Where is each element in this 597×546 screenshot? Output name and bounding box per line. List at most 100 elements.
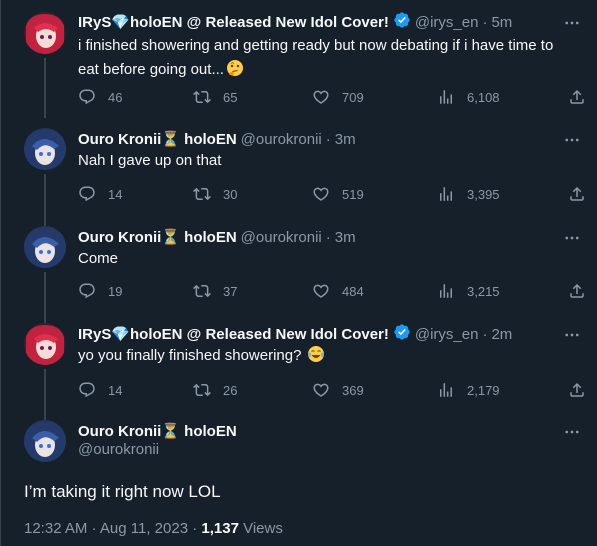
heart-icon [313,383,329,397]
tweet-header: Ouro Kronii⏳ holoEN @ourokronii · 3m [78,227,356,247]
reply-button[interactable]: 46 [78,88,122,106]
retweet-button[interactable]: 26 [193,381,237,399]
focused-tweet-text: I’m taking it right now LOL [24,482,221,501]
reply-count: 14 [108,382,123,398]
timestamp[interactable]: 3m [335,229,356,246]
analytics-icon [440,284,452,298]
tweet-text: yo you finally finished showering? [78,344,578,371]
action-bar: 19 37 484 3,215 [78,281,588,301]
verified-badge-icon [393,323,411,345]
handle[interactable]: @irys_en [415,14,479,31]
handle[interactable]: @ourokronii [78,441,159,458]
views-button[interactable]: 3,215 [437,282,500,300]
reply-count: 46 [108,89,123,105]
tweet-text: Nah I gave up on that [78,152,222,169]
action-bar: 46 65 709 6,108 [78,87,588,107]
display-name[interactable]: IRyS💎holoEN @ Released New Idol Cover! [78,325,389,343]
tweet-date[interactable]: Aug 11, 2023 [100,520,188,537]
share-button[interactable] [568,185,586,203]
like-button[interactable]: 369 [312,381,364,399]
views-button[interactable]: 3,395 [437,185,500,203]
reply-icon [79,382,95,398]
more-options-icon[interactable] [563,229,581,247]
tweet-header: Ouro Kronii⏳ holoEN @ourokronii · 3m [78,129,356,149]
more-options-icon[interactable] [563,423,581,441]
like-count: 369 [342,382,364,398]
separator-dot: · [91,520,97,537]
views-count: 3,215 [467,283,500,299]
display-name[interactable]: Ouro Kronii⏳ holoEN [78,228,237,246]
like-button[interactable]: 709 [312,88,364,106]
reply-count: 14 [108,186,123,202]
share-icon [570,89,584,104]
retweet-count: 65 [223,89,238,105]
retweet-icon [193,284,211,298]
retweet-button[interactable]: 37 [193,282,237,300]
avatar-kronii[interactable] [24,226,66,268]
tweet-header: Ouro Kronii⏳ holoEN [78,421,237,441]
reply-button[interactable]: 19 [78,282,122,300]
like-button[interactable]: 484 [312,282,364,300]
reply-button[interactable]: 14 [78,185,122,203]
retweet-count: 30 [223,186,238,202]
analytics-icon [440,383,452,397]
handle[interactable]: @irys_en [415,326,479,343]
separator-dot: · [482,13,488,31]
tweet-text: Come [78,250,119,267]
views-label: Views [243,520,283,537]
separator-dot: · [192,520,198,537]
views-button[interactable]: 6,108 [437,88,500,106]
reply-button[interactable]: 14 [78,381,122,399]
avatar-irys[interactable] [24,323,66,365]
tweet-text: i finished showering and getting ready b… [78,34,578,85]
timestamp[interactable]: 2m [491,326,512,343]
tweet-text-line: eat before going out... [78,58,578,85]
avatar-kronii[interactable] [24,420,66,462]
heart-icon [313,284,329,298]
more-options-icon[interactable] [563,326,581,344]
more-options-icon[interactable] [563,131,581,149]
tweet-text-segment: eat before going out... [78,61,224,78]
retweet-icon [193,90,211,104]
heart-icon [313,90,329,104]
handle[interactable]: @ourokronii [241,131,322,148]
retweet-count: 37 [223,283,238,299]
thread-line [44,174,46,228]
tears-of-joy-emoji-icon [307,345,325,371]
action-bar: 14 26 369 2,179 [78,380,588,400]
tweet-header: IRyS💎holoEN @ Released New Idol Cover! @… [78,12,512,32]
like-button[interactable]: 519 [312,185,364,203]
retweet-button[interactable]: 30 [193,185,237,203]
timestamp[interactable]: 5m [491,14,512,31]
display-name[interactable]: Ouro Kronii⏳ holoEN [78,130,237,148]
retweet-icon [193,383,211,397]
avatar-kronii[interactable] [24,128,66,170]
separator-dot: · [325,130,331,148]
display-name[interactable]: Ouro Kronii⏳ holoEN [78,422,237,440]
reply-icon [79,283,95,299]
analytics-icon [440,187,452,201]
more-options-icon[interactable] [563,14,581,32]
views-count: 3,395 [467,186,500,202]
tweet-thread-page: IRyS💎holoEN @ Released New Idol Cover! @… [0,0,597,546]
views-button[interactable]: 2,179 [437,381,500,399]
share-icon [570,186,584,201]
retweet-count: 26 [223,382,238,398]
action-bar: 14 30 519 3,395 [78,184,588,204]
retweet-icon [193,187,211,201]
views-count: 2,179 [467,382,500,398]
retweet-button[interactable]: 65 [193,88,237,106]
share-button[interactable] [568,381,586,399]
tweet-text-segment: yo you finally finished showering? [78,347,302,364]
separator-dot: · [325,228,331,246]
handle[interactable]: @ourokronii [241,229,322,246]
share-icon [570,283,584,298]
share-button[interactable] [568,282,586,300]
avatar-irys[interactable] [24,12,66,54]
display-name[interactable]: IRyS💎holoEN @ Released New Idol Cover! [78,13,389,31]
heart-icon [313,187,329,201]
timestamp[interactable]: 3m [335,131,356,148]
share-button[interactable] [568,88,586,106]
reply-count: 19 [108,283,123,299]
tweet-time[interactable]: 12:32 AM [24,520,87,537]
